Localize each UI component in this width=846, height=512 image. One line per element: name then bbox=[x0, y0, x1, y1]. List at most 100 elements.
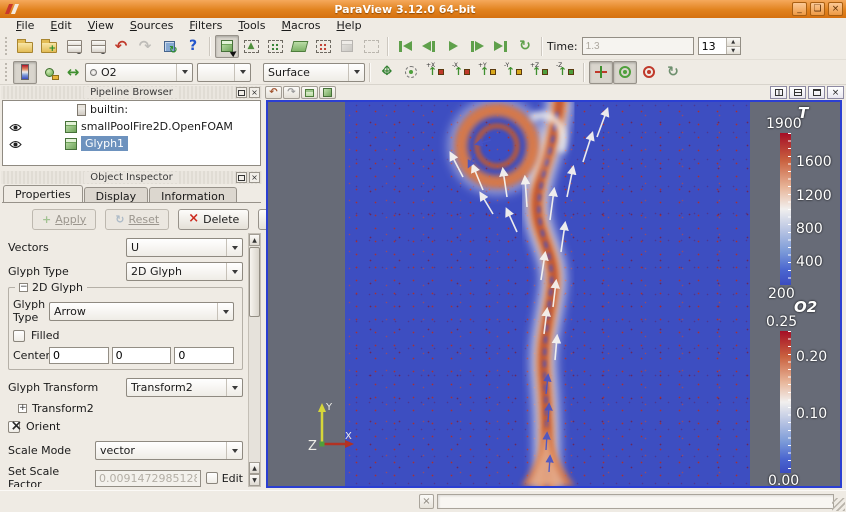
close-button[interactable]: × bbox=[828, 2, 843, 16]
vcr-previous-frame-button[interactable] bbox=[417, 35, 441, 58]
view-plus-x-button[interactable]: +X↑ bbox=[423, 61, 449, 84]
menu-file[interactable]: File bbox=[8, 19, 42, 32]
camera-undo-button[interactable]: ↶ bbox=[265, 86, 282, 99]
pipeline-item-glyph1[interactable]: Glyph1 bbox=[3, 135, 260, 152]
spin-down-icon[interactable]: ▼ bbox=[727, 46, 740, 54]
edit-checkbox[interactable] bbox=[206, 472, 218, 484]
scale-mode-combo[interactable]: vector bbox=[95, 441, 243, 460]
center-y-field[interactable] bbox=[112, 347, 172, 364]
vcr-last-frame-button[interactable] bbox=[489, 35, 513, 58]
resize-grip[interactable] bbox=[832, 498, 845, 511]
vcr-next-frame-button[interactable] bbox=[465, 35, 489, 58]
legend-o2-colorbar[interactable] bbox=[780, 331, 791, 473]
scroll-up-icon[interactable]: ▲ bbox=[249, 234, 260, 246]
menu-view[interactable]: View bbox=[80, 19, 122, 32]
pipeline-item-source[interactable]: smallPoolFire2D.OpenFOAM bbox=[3, 118, 260, 135]
tab-display[interactable]: Display bbox=[84, 187, 149, 202]
toolbar-handle[interactable] bbox=[5, 37, 10, 55]
apply-button[interactable]: +Apply bbox=[32, 209, 96, 230]
spreadsheet-view-button[interactable] bbox=[301, 86, 318, 99]
select-points-through-button[interactable] bbox=[311, 35, 335, 58]
pick-center-button[interactable] bbox=[613, 61, 637, 84]
connect-server-button[interactable] bbox=[61, 35, 85, 58]
menu-macros[interactable]: Macros bbox=[273, 19, 328, 32]
arrow-combo[interactable]: Arrow bbox=[49, 302, 234, 321]
close-view-button[interactable]: × bbox=[827, 86, 844, 99]
eye-visibility-icon[interactable] bbox=[9, 122, 22, 135]
reset-center-button[interactable] bbox=[637, 61, 661, 84]
glyph-transform-combo[interactable]: Transform2 bbox=[126, 378, 243, 397]
split-vertical-button[interactable] bbox=[770, 86, 787, 99]
scroll-down-icon[interactable]: ▼ bbox=[249, 474, 260, 486]
float-dock-button[interactable] bbox=[236, 172, 247, 183]
filled-checkbox[interactable] bbox=[13, 330, 25, 342]
cube-axes-button[interactable] bbox=[319, 86, 336, 99]
disconnect-server-button[interactable] bbox=[85, 35, 109, 58]
menu-filters[interactable]: Filters bbox=[181, 19, 230, 32]
expand-icon[interactable]: + bbox=[18, 404, 27, 413]
pipeline-item-builtin[interactable]: builtin: bbox=[3, 101, 260, 118]
scrollbar-thumb[interactable] bbox=[249, 247, 260, 317]
color-by-combo[interactable]: O2 bbox=[85, 63, 193, 82]
view-minus-y-button[interactable]: -Y↑ bbox=[501, 61, 527, 84]
glyph-type-combo[interactable]: 2D Glyph bbox=[126, 262, 243, 281]
pipeline-browser-header[interactable]: Pipeline Browser × bbox=[1, 86, 262, 99]
scroll-up-icon[interactable]: ▲ bbox=[249, 462, 260, 474]
maximize-view-button[interactable] bbox=[808, 86, 825, 99]
show-center-button[interactable] bbox=[589, 61, 613, 84]
menu-tools[interactable]: Tools bbox=[230, 19, 273, 32]
save-state-button[interactable]: + bbox=[37, 35, 61, 58]
orient-checkbox[interactable] bbox=[8, 421, 20, 433]
vcr-play-button[interactable] bbox=[441, 35, 465, 58]
menu-help[interactable]: Help bbox=[329, 19, 370, 32]
representation-combo[interactable]: Surface bbox=[263, 63, 365, 82]
close-dock-button[interactable]: × bbox=[249, 87, 260, 98]
float-dock-button[interactable] bbox=[236, 87, 247, 98]
object-inspector-header[interactable]: Object Inspector × bbox=[1, 171, 262, 184]
scale-factor-field[interactable] bbox=[95, 470, 201, 487]
split-horizontal-button[interactable] bbox=[789, 86, 806, 99]
component-combo[interactable] bbox=[197, 63, 251, 82]
toolbar-handle[interactable] bbox=[5, 63, 10, 81]
center-z-field[interactable] bbox=[174, 347, 234, 364]
rotate-camera-button[interactable]: ↻ bbox=[661, 61, 685, 84]
interactive-select-button[interactable] bbox=[359, 35, 383, 58]
camera-redo-button[interactable]: ↷ bbox=[283, 86, 300, 99]
menu-edit[interactable]: Edit bbox=[42, 19, 79, 32]
reset-camera-button[interactable]: ↔↕ bbox=[375, 61, 399, 84]
legend-t-colorbar[interactable] bbox=[780, 133, 791, 285]
cancel-progress-button[interactable]: × bbox=[419, 494, 434, 509]
center-x-field[interactable] bbox=[49, 347, 109, 364]
select-block-button[interactable] bbox=[335, 35, 359, 58]
redo-button[interactable]: ↷ bbox=[133, 35, 157, 58]
time-step-input[interactable] bbox=[699, 38, 726, 54]
select-points-on-button[interactable] bbox=[263, 35, 287, 58]
view-plus-z-button[interactable]: +Z↑ bbox=[527, 61, 553, 84]
tab-properties[interactable]: Properties bbox=[3, 185, 83, 202]
vcr-first-frame-button[interactable] bbox=[393, 35, 417, 58]
open-file-button[interactable] bbox=[13, 35, 37, 58]
collapse-icon[interactable]: − bbox=[19, 283, 28, 292]
spin-up-icon[interactable]: ▲ bbox=[727, 38, 740, 46]
time-value-field[interactable] bbox=[582, 37, 694, 55]
tab-information[interactable]: Information bbox=[149, 187, 237, 202]
view-plus-y-button[interactable]: +Y↑ bbox=[475, 61, 501, 84]
eye-visibility-icon[interactable] bbox=[9, 139, 22, 152]
select-cells-on-button[interactable]: ▲ bbox=[239, 35, 263, 58]
rescale-range-button[interactable]: ↔ bbox=[61, 61, 85, 84]
interact-3d-button[interactable] bbox=[215, 35, 239, 58]
reset-button[interactable]: ↻Reset bbox=[105, 209, 169, 230]
view-minus-x-button[interactable]: -X↑ bbox=[449, 61, 475, 84]
edit-color-map-button[interactable] bbox=[37, 61, 61, 84]
view-minus-z-button[interactable]: -Z↑ bbox=[553, 61, 579, 84]
auto-apply-button[interactable]: ↻ bbox=[157, 35, 181, 58]
toggle-color-legend-button[interactable] bbox=[13, 61, 37, 84]
time-step-spinbox[interactable]: ▲▼ bbox=[698, 37, 741, 55]
delete-button[interactable]: ×Delete bbox=[178, 209, 249, 230]
close-dock-button[interactable]: × bbox=[249, 172, 260, 183]
menu-sources[interactable]: Sources bbox=[122, 19, 182, 32]
select-cells-through-button[interactable] bbox=[287, 35, 311, 58]
vcr-loop-button[interactable]: ↻ bbox=[513, 35, 537, 58]
properties-scrollbar[interactable]: ▲ ▲ ▼ bbox=[248, 233, 261, 487]
vectors-combo[interactable]: U bbox=[126, 238, 243, 257]
